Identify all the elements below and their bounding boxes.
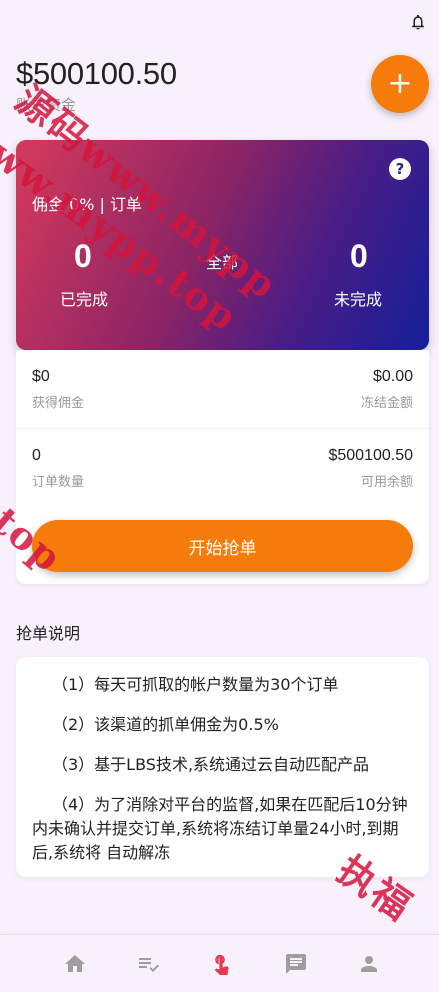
rules-title: 抢单说明 bbox=[16, 624, 81, 643]
completed-count: 0 bbox=[74, 238, 92, 274]
plus-icon: + bbox=[387, 66, 413, 101]
order-count-value: 0 bbox=[32, 447, 41, 464]
stats-row-commission: $0 获得佣金 $0.00 冻结金额 bbox=[16, 350, 429, 430]
rule-item: （4）为了消除对平台的监督,如果在匹配后10分钟内未确认并提交订单,系统将冻结订… bbox=[32, 795, 408, 862]
grab-order-icon[interactable] bbox=[209, 952, 233, 976]
rule-item: （2）该渠道的抓单佣金为0.5% bbox=[52, 715, 279, 734]
earned-commission-value: $0 bbox=[32, 368, 50, 385]
bell-icon[interactable] bbox=[409, 12, 427, 32]
available-balance-value: $500100.50 bbox=[328, 447, 413, 464]
stats-panel: $0 获得佣金 $0.00 冻结金额 0 订单数量 $500100.50 可用余… bbox=[16, 350, 429, 584]
frozen-amount-value: $0.00 bbox=[372, 368, 413, 385]
commission-order-label: 佣金 0% | 订单 bbox=[32, 195, 143, 214]
account-balance-label: 账户资金 bbox=[16, 96, 77, 114]
help-icon[interactable]: ? bbox=[389, 158, 411, 180]
order-list-icon[interactable] bbox=[136, 952, 160, 976]
rule-item: （1）每天可抓取的帐户数量为30个订单 bbox=[52, 675, 339, 694]
bottom-navigation bbox=[0, 934, 439, 992]
earned-commission-label: 获得佣金 bbox=[32, 396, 85, 411]
order-summary-card: ? 佣金 0% | 订单 0 已完成 全部 0 未完成 bbox=[16, 140, 429, 350]
completed-label[interactable]: 已完成 bbox=[60, 286, 108, 310]
stats-row-orders: 0 订单数量 $500100.50 可用余额 bbox=[16, 428, 429, 508]
frozen-amount-label: 冻结金额 bbox=[360, 396, 413, 411]
all-orders-label[interactable]: 全部 bbox=[206, 249, 238, 273]
account-balance: $500100.50 bbox=[16, 56, 177, 91]
profile-icon[interactable] bbox=[357, 952, 381, 976]
add-button[interactable]: + bbox=[371, 55, 429, 113]
order-count-label: 订单数量 bbox=[32, 475, 85, 490]
pending-label[interactable]: 未完成 bbox=[334, 286, 382, 310]
rule-item: （3）基于LBS技术,系统通过云自动匹配产品 bbox=[52, 755, 370, 774]
pending-count: 0 bbox=[350, 238, 368, 274]
rules-card: （1）每天可抓取的帐户数量为30个订单 （2）该渠道的抓单佣金为0.5% （3）… bbox=[16, 657, 429, 877]
home-icon[interactable] bbox=[63, 952, 87, 976]
available-balance-label: 可用余额 bbox=[360, 475, 413, 490]
messages-icon[interactable] bbox=[284, 952, 308, 976]
start-grab-order-button[interactable]: 开始抢单 bbox=[32, 520, 413, 572]
